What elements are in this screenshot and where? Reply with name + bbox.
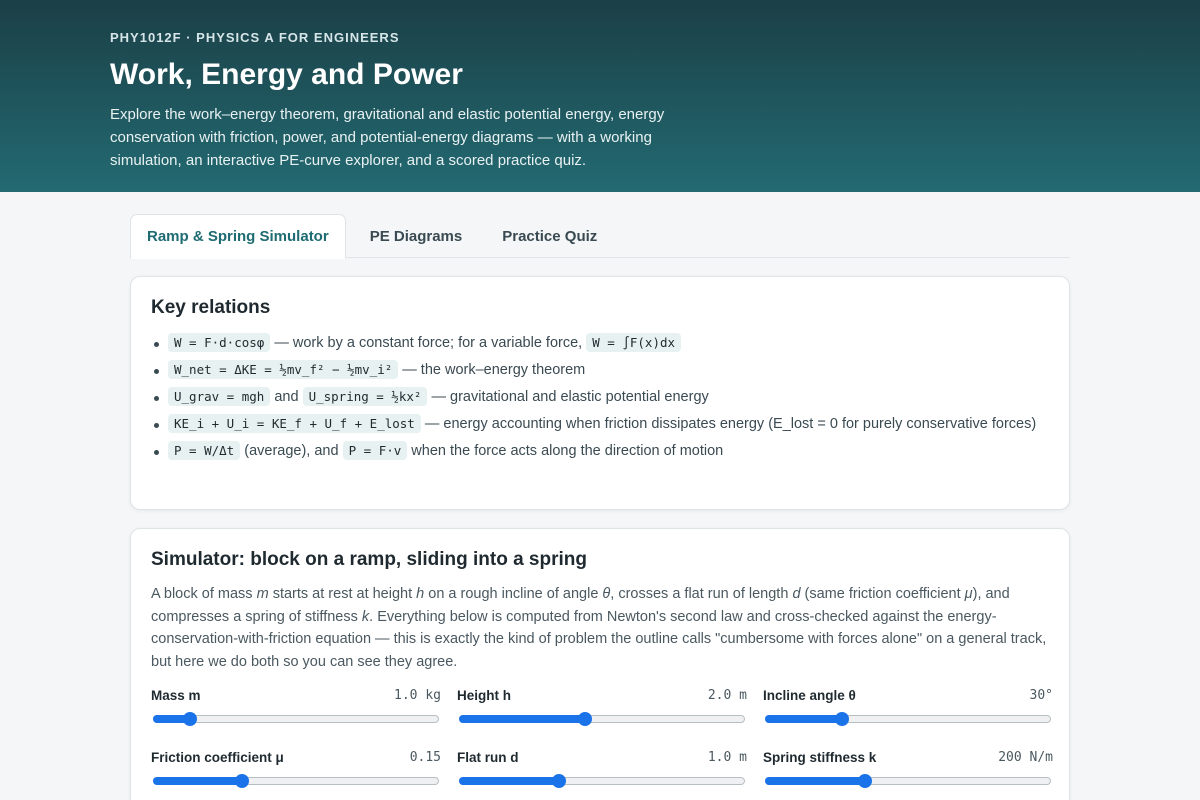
main-content: Ramp & Spring Simulator PE Diagrams Prac…: [130, 192, 1070, 800]
formula: U_grav = mgh: [168, 387, 271, 406]
formula: U_spring = ½kx²: [302, 387, 428, 406]
key-relations-card: Key relations W = F·d·cosφ — work by a c…: [130, 276, 1070, 510]
height-slider[interactable]: [459, 705, 745, 733]
mass-slider[interactable]: [153, 705, 439, 733]
control-label: Height h: [457, 687, 511, 703]
control-value: 2.0 m: [707, 687, 747, 703]
slider-thumb[interactable]: [234, 774, 249, 788]
formula: KE_i + U_i = KE_f + U_f + E_lost: [168, 414, 421, 433]
tab-practice-quiz[interactable]: Practice Quiz: [486, 214, 613, 258]
simulator-card: Simulator: block on a ramp, sliding into…: [130, 528, 1070, 800]
formula: W_net = ΔKE = ½mv_f² − ½mv_i²: [168, 360, 399, 379]
page-intro: Explore the work–energy theorem, gravita…: [110, 106, 665, 169]
tab-ramp-spring-simulator[interactable]: Ramp & Spring Simulator: [130, 214, 346, 259]
page-header: PHY1012F · PHYSICS A FOR ENGINEERS Work,…: [0, 0, 1200, 192]
formula: W = ∫F(x)dx: [586, 333, 682, 352]
slider-thumb[interactable]: [577, 712, 592, 726]
angle-slider[interactable]: [765, 705, 1051, 733]
formula: P = F·v: [342, 441, 408, 460]
flat-run-control: Flat run d 1.0 m: [457, 747, 747, 795]
friction-slider[interactable]: [153, 767, 439, 795]
control-label: Incline angle θ: [763, 687, 856, 703]
control-value: 0.15: [409, 749, 441, 765]
list-item: P = W/Δt (average), and P = F·v when the…: [151, 440, 1049, 462]
control-value: 30°: [1029, 687, 1053, 703]
flat-run-slider[interactable]: [459, 767, 745, 795]
control-value: 1.0 kg: [394, 687, 441, 703]
list-item: U_grav = mgh and U_spring = ½kx² — gravi…: [151, 386, 1049, 408]
formula: W = F·d·cosφ: [168, 333, 271, 352]
control-value: 1.0 m: [707, 749, 747, 765]
formula: P = W/Δt: [168, 441, 241, 460]
tab-pe-diagrams[interactable]: PE Diagrams: [354, 214, 479, 258]
height-control: Height h 2.0 m: [457, 685, 747, 733]
slider-thumb[interactable]: [183, 712, 198, 726]
page-title: Work, Energy and Power: [110, 58, 463, 91]
list-item: W_net = ΔKE = ½mv_f² − ½mv_i² — the work…: [151, 359, 1049, 381]
list-item: W = F·d·cosφ — work by a constant force;…: [151, 332, 1049, 354]
key-relations-list: W = F·d·cosφ — work by a constant force;…: [151, 332, 1049, 462]
spring-stiffness-control: Spring stiffness k 200 N/m: [763, 747, 1053, 795]
tab-bar: Ramp & Spring Simulator PE Diagrams Prac…: [130, 192, 1070, 259]
slider-thumb[interactable]: [835, 712, 850, 726]
simulator-title: Simulator: block on a ramp, sliding into…: [151, 549, 587, 570]
key-relations-title: Key relations: [151, 297, 271, 318]
friction-control: Friction coefficient μ 0.15: [151, 747, 441, 795]
spring-stiffness-slider[interactable]: [765, 767, 1051, 795]
list-item: KE_i + U_i = KE_f + U_f + E_lost — energ…: [151, 413, 1049, 435]
control-label: Mass m: [151, 687, 201, 703]
mass-control: Mass m 1.0 kg: [151, 685, 441, 733]
simulator-controls: Mass m 1.0 kg Height h 2.0 m Incline angle…: [151, 685, 1053, 795]
control-value: 200 N/m: [998, 749, 1053, 765]
control-label: Spring stiffness k: [763, 749, 877, 765]
control-label: Flat run d: [457, 749, 519, 765]
slider-thumb[interactable]: [552, 774, 567, 788]
angle-control: Incline angle θ 30°: [763, 685, 1053, 733]
control-label: Friction coefficient μ: [151, 749, 284, 765]
simulator-description: A block of mass m starts at rest at heig…: [151, 586, 1047, 670]
course-code: PHY1012F · PHYSICS A FOR ENGINEERS: [110, 30, 400, 45]
slider-thumb[interactable]: [858, 774, 873, 788]
